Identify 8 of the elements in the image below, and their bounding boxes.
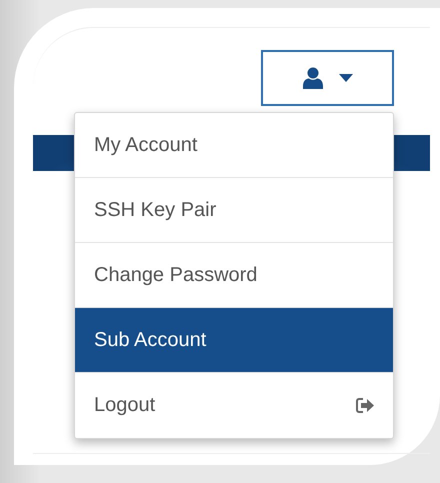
menu-item[interactable]: SSH Key Pair [75,178,393,243]
menu-item[interactable]: Sub Account [75,308,393,373]
menu-item[interactable]: My Account [75,113,393,178]
menu-item[interactable]: Logout [75,373,393,438]
user-menu-button[interactable] [261,50,394,106]
user-icon [302,67,322,89]
caret-icon [338,74,352,82]
logout-icon [356,398,374,413]
